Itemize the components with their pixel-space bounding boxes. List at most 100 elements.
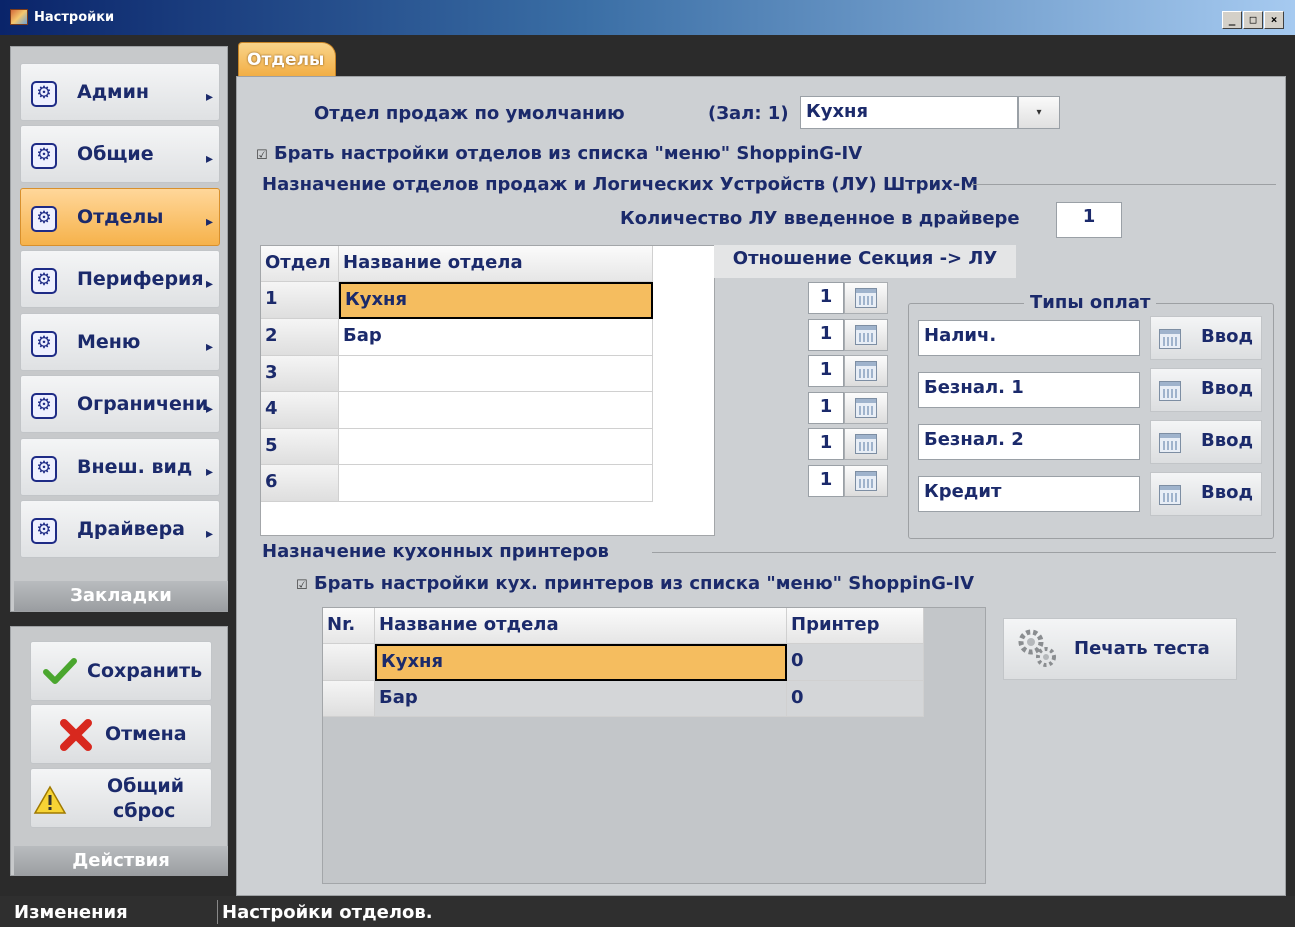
printer-dept-cell[interactable]: Кухня	[375, 644, 787, 681]
row-nr[interactable]	[323, 644, 375, 681]
calendar-button[interactable]	[844, 319, 888, 351]
dropdown-arrow-button[interactable]: ▾	[1018, 96, 1060, 129]
nav-appearance[interactable]: ⚙ Внеш. вид ▸	[20, 438, 220, 496]
nav-drivers[interactable]: ⚙ Драйвера ▸	[20, 500, 220, 558]
default-dept-select[interactable]: Кухня	[800, 96, 1018, 129]
checkbox-icon: ☑	[296, 578, 308, 593]
gear-icon: ⚙	[31, 518, 57, 544]
gear-icon: ⚙	[31, 331, 57, 357]
calendar-button[interactable]	[844, 282, 888, 314]
section-lu-input[interactable]: 1	[808, 428, 888, 460]
calendar-button[interactable]	[844, 355, 888, 387]
payment-types-title: Типы оплат	[1024, 292, 1157, 313]
payment-name-input[interactable]: Налич.	[918, 320, 1140, 356]
calendar-button[interactable]	[844, 465, 888, 497]
nav-general[interactable]: ⚙ Общие ▸	[20, 125, 220, 183]
chevron-right-icon: ▸	[205, 151, 213, 167]
payment-name-input[interactable]: Безнал. 1	[918, 372, 1140, 408]
nav-label: Общие	[77, 143, 154, 165]
section-lu-input[interactable]: 1	[808, 465, 888, 497]
warning-icon	[33, 785, 67, 814]
payment-enter-label: Ввод	[1201, 326, 1254, 347]
calendar-icon	[1159, 329, 1181, 349]
calendar-icon	[1159, 381, 1181, 401]
calendar-button[interactable]	[844, 428, 888, 460]
calendar-icon	[855, 325, 877, 345]
tab-departments[interactable]: Отделы	[238, 42, 336, 76]
chevron-right-icon: ▸	[205, 464, 213, 480]
calendar-icon	[855, 288, 877, 308]
nav-departments[interactable]: ⚙ Отделы ▸	[20, 188, 220, 246]
section-lu-input[interactable]: 1	[808, 392, 888, 424]
dept-name-cell[interactable]	[339, 356, 653, 392]
section-lu-input[interactable]: 1	[808, 282, 888, 314]
row-num[interactable]: 5	[261, 429, 339, 465]
nav-label: Драйвера	[77, 518, 185, 540]
payment-enter-button[interactable]: Ввод	[1150, 420, 1262, 464]
row-num[interactable]: 2	[261, 319, 339, 356]
payment-name-input[interactable]: Безнал. 2	[918, 424, 1140, 460]
col-header-printer: Принтер	[787, 608, 924, 644]
maximize-button[interactable]: □	[1243, 11, 1263, 29]
dept-name-cell[interactable]	[339, 465, 653, 502]
nav-restrictions[interactable]: ⚙ Ограничени ▸	[20, 375, 220, 433]
close-button[interactable]: ×	[1264, 11, 1284, 29]
dept-name-cell[interactable]	[339, 392, 653, 429]
payment-enter-button[interactable]: Ввод	[1150, 472, 1262, 516]
row-num[interactable]: 1	[261, 282, 339, 319]
printer-cell[interactable]: 0	[787, 644, 924, 681]
kitchen-checkbox[interactable]: ☑ Брать настройки кух. принтеров из спис…	[296, 573, 974, 594]
lu-count-label: Количество ЛУ введенное в драйвере	[620, 208, 1020, 229]
cancel-button[interactable]: Отмена	[30, 704, 212, 764]
row-num[interactable]: 6	[261, 465, 339, 502]
section-lu-input[interactable]: 1	[808, 319, 888, 351]
dept-name-cell[interactable]: Бар	[339, 319, 653, 356]
printer-dept-cell[interactable]: Бар	[375, 681, 787, 717]
dept-name-cell[interactable]: Кухня	[339, 282, 653, 319]
take-settings-checkbox[interactable]: ☑ Брать настройки отделов из списка "мен…	[256, 143, 862, 164]
bookmarks-label: Закладки	[14, 581, 228, 611]
print-test-button[interactable]: Печать теста	[1003, 618, 1237, 680]
calendar-button[interactable]	[844, 392, 888, 424]
chevron-right-icon: ▸	[205, 339, 213, 355]
dept-name-cell[interactable]	[339, 429, 653, 465]
nav-admin[interactable]: ⚙ Админ ▸	[20, 63, 220, 121]
section-lu-value[interactable]: 1	[808, 355, 844, 387]
section-lu-header: Отношение Секция -> ЛУ	[714, 245, 1016, 278]
save-button[interactable]: Сохранить	[30, 641, 212, 701]
chevron-right-icon: ▸	[205, 401, 213, 417]
row-nr[interactable]	[323, 681, 375, 717]
nav-peripherals[interactable]: ⚙ Периферия ▸	[20, 250, 220, 308]
section-lu-value[interactable]: 1	[808, 319, 844, 351]
chevron-right-icon: ▸	[205, 276, 213, 292]
col-header-nr: Nr.	[323, 608, 375, 644]
reset-label-line1: Общий	[107, 775, 185, 797]
gear-icon: ⚙	[31, 81, 57, 107]
close-icon	[60, 719, 92, 751]
row-num[interactable]: 4	[261, 392, 339, 429]
cancel-label: Отмена	[105, 723, 187, 745]
calendar-icon	[1159, 485, 1181, 505]
section-lu-input[interactable]: 1	[808, 355, 888, 387]
nav-menu[interactable]: ⚙ Меню ▸	[20, 313, 220, 371]
reset-all-button[interactable]: Общий сброс	[30, 768, 212, 828]
lu-count-input[interactable]: 1	[1056, 202, 1122, 238]
section-lu-value[interactable]: 1	[808, 282, 844, 314]
gear-icon: ⚙	[31, 456, 57, 482]
save-label: Сохранить	[87, 660, 203, 682]
status-left: Изменения	[14, 902, 128, 923]
section-lu-value[interactable]: 1	[808, 392, 844, 424]
payment-enter-button[interactable]: Ввод	[1150, 368, 1262, 412]
payment-name-input[interactable]: Кредит	[918, 476, 1140, 512]
minimize-button[interactable]: _	[1222, 11, 1242, 29]
payment-enter-button[interactable]: Ввод	[1150, 316, 1262, 360]
nav-label: Периферия	[77, 268, 204, 290]
printer-cell[interactable]: 0	[787, 681, 924, 717]
section-lu-value[interactable]: 1	[808, 428, 844, 460]
row-num[interactable]: 3	[261, 356, 339, 392]
calendar-icon	[855, 398, 877, 418]
section-lu-value[interactable]: 1	[808, 465, 844, 497]
kitchen-checkbox-label: Брать настройки кух. принтеров из списка…	[313, 573, 975, 594]
take-settings-label: Брать настройки отделов из списка "меню"…	[273, 143, 863, 164]
calendar-icon	[1159, 433, 1181, 453]
